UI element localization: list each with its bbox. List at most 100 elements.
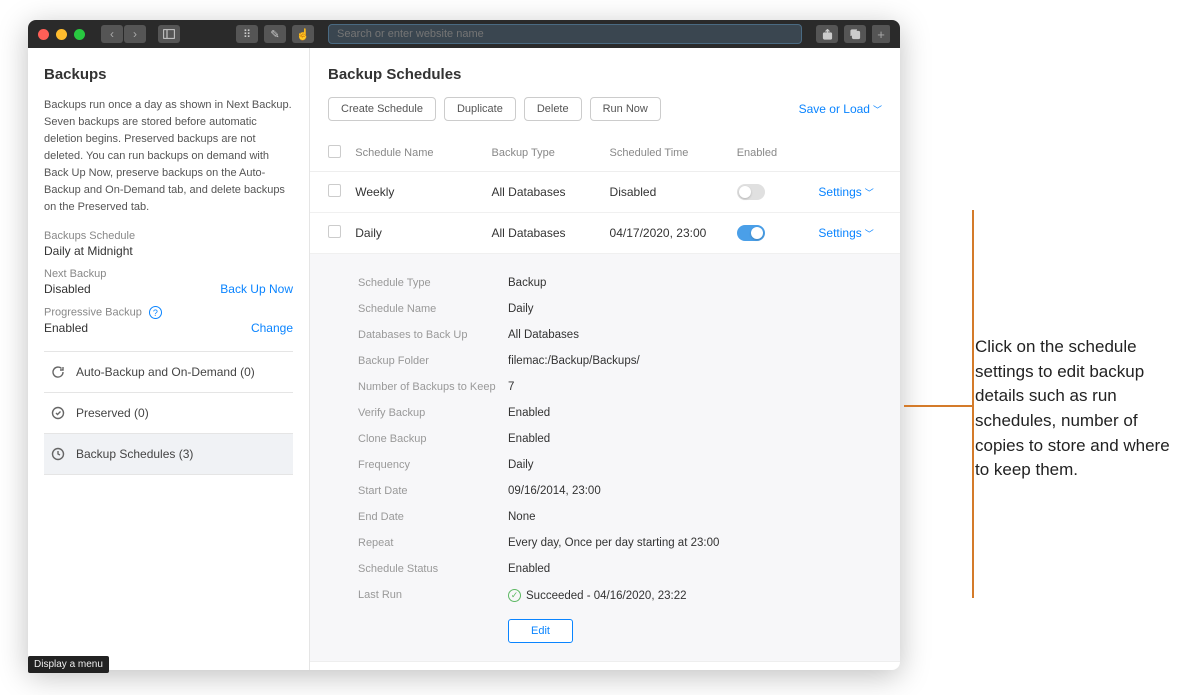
help-icon[interactable]: ? (149, 306, 162, 319)
detail-value: Enabled (508, 563, 550, 575)
detail-label: Schedule Status (358, 563, 508, 575)
backups-schedule-value: Daily at Midnight (44, 244, 293, 258)
archive-icon (50, 405, 66, 421)
detail-value: None (508, 511, 536, 523)
detail-value: ✓ Succeeded - 04/16/2020, 23:22 (508, 589, 687, 602)
edit-button[interactable]: Edit (508, 619, 573, 643)
col-scheduled-time: Scheduled Time (610, 147, 737, 159)
detail-label: Number of Backups to Keep (358, 381, 508, 393)
detail-label: Start Date (358, 485, 508, 497)
sidebar-nav: Auto-Backup and On-Demand (0) Preserved … (44, 351, 293, 475)
sidebar-description: Backups run once a day as shown in Next … (44, 97, 293, 216)
cell-name: Daily (355, 226, 491, 240)
chevron-down-icon: ﹀ (865, 227, 874, 240)
sidebar-item-label: Preserved (0) (76, 406, 149, 420)
cell-time: Disabled (610, 185, 737, 199)
tabs-icon[interactable] (844, 25, 866, 43)
annotation-connector (904, 210, 974, 598)
detail-value: Backup (508, 277, 546, 289)
detail-label: Clone Backup (358, 433, 508, 445)
table-row[interactable]: Hourly All Databases Disabled Settings ﹀ (310, 662, 900, 670)
detail-value: Enabled (508, 433, 550, 445)
col-backup-type: Backup Type (491, 147, 609, 159)
detail-label: Last Run (358, 589, 508, 602)
detail-label: Verify Backup (358, 407, 508, 419)
refresh-icon (50, 364, 66, 380)
progressive-backup-value: Enabled (44, 321, 88, 335)
detail-value: Enabled (508, 407, 550, 419)
detail-label: Schedule Type (358, 277, 508, 289)
url-bar[interactable] (328, 24, 802, 44)
progressive-backup-label: Progressive Backup (44, 307, 142, 319)
table-row[interactable]: Daily All Databases 04/17/2020, 23:00 Se… (310, 213, 900, 254)
detail-label: Databases to Back Up (358, 329, 508, 341)
sidebar-item-label: Auto-Backup and On-Demand (0) (76, 365, 255, 379)
detail-label: Repeat (358, 537, 508, 549)
table-header: Schedule Name Backup Type Scheduled Time… (310, 135, 900, 172)
run-now-button[interactable]: Run Now (590, 97, 661, 121)
cell-type: All Databases (491, 185, 609, 199)
settings-link[interactable]: Settings ﹀ (818, 226, 882, 240)
cell-time: 04/17/2020, 23:00 (610, 226, 737, 240)
annotation-text: Click on the schedule settings to edit b… (975, 335, 1170, 483)
next-backup-label: Next Backup (44, 268, 293, 280)
col-schedule-name: Schedule Name (355, 147, 491, 159)
duplicate-button[interactable]: Duplicate (444, 97, 516, 121)
main-panel: Backup Schedules Create Schedule Duplica… (310, 48, 900, 670)
sidebar-item-preserved[interactable]: Preserved (0) (44, 393, 293, 434)
next-backup-value: Disabled (44, 282, 91, 296)
detail-value: Daily (508, 303, 534, 315)
sidebar-item-auto-backup[interactable]: Auto-Backup and On-Demand (0) (44, 352, 293, 393)
window-controls (38, 29, 85, 40)
delete-button[interactable]: Delete (524, 97, 582, 121)
back-button[interactable]: ‹ (101, 25, 123, 43)
save-or-load-button[interactable]: Save or Load ﹀ (799, 102, 882, 116)
detail-value: filemac:/Backup/Backups/ (508, 355, 640, 367)
table-row[interactable]: Weekly All Databases Disabled Settings ﹀ (310, 172, 900, 213)
create-schedule-button[interactable]: Create Schedule (328, 97, 436, 121)
detail-label: Schedule Name (358, 303, 508, 315)
clock-icon (50, 446, 66, 462)
backups-schedule-label: Backups Schedule (44, 230, 293, 242)
enabled-toggle[interactable] (737, 184, 765, 200)
sidebar-item-label: Backup Schedules (3) (76, 447, 193, 461)
detail-label: Backup Folder (358, 355, 508, 367)
tooltip: Display a menu (28, 656, 109, 673)
sidebar-toggle-button[interactable] (158, 25, 180, 43)
detail-label: Frequency (358, 459, 508, 471)
settings-link[interactable]: Settings ﹀ (818, 185, 882, 199)
success-icon: ✓ (508, 589, 521, 602)
toolbar: Create Schedule Duplicate Delete Run Now… (328, 97, 882, 121)
minimize-window-button[interactable] (56, 29, 67, 40)
close-window-button[interactable] (38, 29, 49, 40)
row-checkbox[interactable] (328, 225, 341, 238)
row-checkbox[interactable] (328, 184, 341, 197)
forward-button[interactable]: › (124, 25, 146, 43)
sidebar-item-schedules[interactable]: Backup Schedules (3) (44, 434, 293, 475)
detail-value: Every day, Once per day starting at 23:0… (508, 537, 719, 549)
detail-value: 7 (508, 381, 514, 393)
privacy-icon[interactable]: ☝ (292, 25, 314, 43)
zoom-window-button[interactable] (74, 29, 85, 40)
detail-value: All Databases (508, 329, 579, 341)
change-link[interactable]: Change (251, 321, 293, 335)
detail-value: 09/16/2014, 23:00 (508, 485, 601, 497)
table-body: Weekly All Databases Disabled Settings ﹀… (310, 172, 900, 670)
url-input[interactable] (337, 28, 793, 40)
new-tab-button[interactable]: + (872, 25, 890, 43)
chevron-down-icon: ﹀ (873, 103, 882, 116)
app-window: ‹ › ⠿ ✎ ☝ + (28, 20, 900, 670)
select-all-checkbox[interactable] (328, 145, 341, 158)
sidebar-title: Backups (44, 66, 293, 83)
enabled-toggle[interactable] (737, 225, 765, 241)
share-icon[interactable] (816, 25, 838, 43)
backup-now-link[interactable]: Back Up Now (220, 282, 293, 296)
cell-name: Weekly (355, 185, 491, 199)
sidebar: Backups Backups run once a day as shown … (28, 48, 310, 670)
cell-type: All Databases (491, 226, 609, 240)
apps-icon[interactable]: ⠿ (236, 25, 258, 43)
detail-label: End Date (358, 511, 508, 523)
edit-icon[interactable]: ✎ (264, 25, 286, 43)
chevron-down-icon: ﹀ (865, 186, 874, 199)
col-enabled: Enabled (737, 147, 819, 159)
